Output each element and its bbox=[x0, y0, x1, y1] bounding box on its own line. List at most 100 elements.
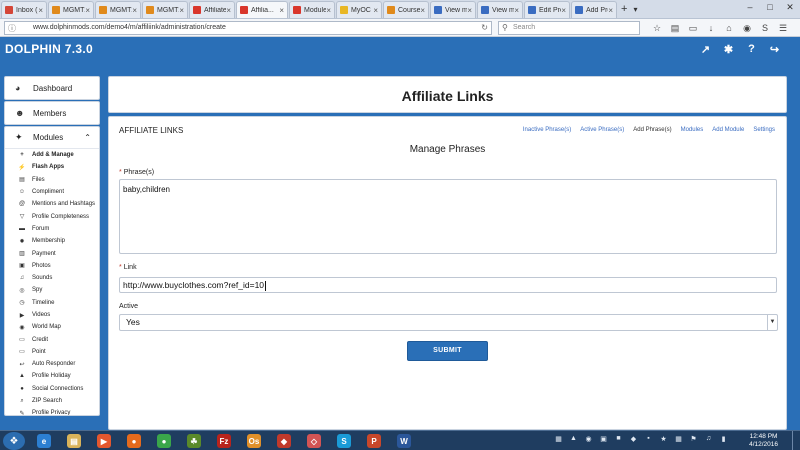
link-input[interactable]: http://www.buyclothes.com?ref_id=10 bbox=[119, 277, 777, 293]
panel-link[interactable]: Active Phrase(s) bbox=[580, 127, 624, 133]
sidebar-module-item[interactable]: ● Social Connections bbox=[5, 383, 99, 395]
show-desktop-button[interactable] bbox=[792, 431, 800, 450]
browser-tab[interactable]: Add Prod...× bbox=[571, 1, 617, 18]
menu-icon[interactable]: ☰ bbox=[774, 21, 792, 35]
tab-close-icon[interactable]: × bbox=[561, 6, 566, 15]
flag-icon[interactable]: ⚑ bbox=[688, 435, 699, 446]
volume-icon[interactable]: ♫ bbox=[703, 435, 714, 446]
browser-tab[interactable]: Modules× bbox=[289, 1, 335, 18]
taskbar-app-button[interactable]: ◇ bbox=[300, 432, 328, 450]
panel-link[interactable]: Modules bbox=[681, 127, 704, 133]
minimize-icon[interactable]: – bbox=[740, 0, 760, 14]
active-select[interactable]: Yes ▼ bbox=[119, 314, 778, 331]
tab-close-icon[interactable]: × bbox=[279, 6, 284, 15]
sidebar-module-item[interactable]: ▥ Payment bbox=[5, 247, 99, 259]
sidebar-module-item[interactable]: ▭ Credit bbox=[5, 333, 99, 345]
sidebar-module-item[interactable]: + Add & Manage bbox=[5, 149, 99, 161]
sidebar-module-item[interactable]: ✹ Membership bbox=[5, 235, 99, 247]
start-button[interactable]: ❖ bbox=[3, 432, 25, 450]
tray-app-icon[interactable]: ▣ bbox=[598, 435, 609, 446]
taskbar-app-button[interactable]: S bbox=[330, 432, 358, 450]
tab-close-icon[interactable]: × bbox=[514, 6, 519, 15]
reload-icon[interactable]: ↻ bbox=[481, 22, 488, 34]
sidebar-module-item[interactable]: ▲ Profile Holiday bbox=[5, 370, 99, 382]
taskbar-app-button[interactable]: e bbox=[30, 432, 58, 450]
taskbar-clock[interactable]: 12:48 PM 4/12/2016 bbox=[749, 433, 778, 449]
tab-close-icon[interactable]: × bbox=[373, 6, 378, 15]
address-bar[interactable]: ⓘ www.dolphinmods.com/demo4/m/affiliink/… bbox=[4, 21, 492, 35]
sidebar-module-item[interactable]: ▭ Point bbox=[5, 346, 99, 358]
browser-tab[interactable]: MGMT20...× bbox=[48, 1, 94, 18]
sidebar-item-members[interactable]: ☻ Members bbox=[4, 101, 100, 125]
download-icon[interactable]: ↓ bbox=[702, 21, 720, 35]
chevron-down-icon[interactable]: ▼ bbox=[767, 315, 777, 330]
taskbar-app-button[interactable]: ◆ bbox=[270, 432, 298, 450]
browser-tab[interactable]: Affilia... × bbox=[236, 1, 288, 18]
skype-icon[interactable]: S bbox=[756, 21, 774, 35]
sidebar-module-item[interactable]: ♫ Sounds bbox=[5, 272, 99, 284]
new-tab-button[interactable]: + bbox=[621, 1, 627, 18]
browser-tab[interactable]: View mes...× bbox=[430, 1, 476, 18]
taskbar-app-button[interactable]: P bbox=[360, 432, 388, 450]
browser-tab[interactable]: View mes...× bbox=[477, 1, 523, 18]
search-box[interactable]: ⚲ Search bbox=[498, 21, 640, 35]
browser-tab[interactable]: Edit Prod...× bbox=[524, 1, 570, 18]
tab-list-dropdown-icon[interactable]: ▾ bbox=[633, 1, 637, 18]
taskbar-app-button[interactable]: ▤ bbox=[60, 432, 88, 450]
close-window-icon[interactable]: ✕ bbox=[780, 0, 800, 14]
panel-link[interactable]: Add Module bbox=[712, 127, 744, 133]
tab-close-icon[interactable]: × bbox=[132, 6, 137, 15]
sidebar-module-item[interactable]: ◎ Spy bbox=[5, 284, 99, 296]
sidebar-module-item[interactable]: ▶ Videos bbox=[5, 309, 99, 321]
tray-app-icon[interactable]: ▪ bbox=[643, 435, 654, 446]
tray-app-icon[interactable]: ★ bbox=[658, 435, 669, 446]
logout-icon[interactable]: ↪ bbox=[763, 43, 786, 56]
browser-tab[interactable]: Course ...× bbox=[383, 1, 429, 18]
taskbar-app-button[interactable]: W bbox=[390, 432, 418, 450]
tab-close-icon[interactable]: × bbox=[326, 6, 331, 15]
tray-app-icon[interactable]: ■ bbox=[613, 435, 624, 446]
bookmark-star-icon[interactable]: ☆ bbox=[648, 21, 666, 35]
panel-link[interactable]: Settings bbox=[753, 127, 775, 133]
reading-list-icon[interactable]: ▤ bbox=[666, 21, 684, 35]
tray-app-icon[interactable]: ◆ bbox=[628, 435, 639, 446]
maximize-icon[interactable]: □ bbox=[760, 0, 780, 14]
sidebar-module-item[interactable]: ◷ Timeline bbox=[5, 297, 99, 309]
battery-icon[interactable]: ▮ bbox=[718, 435, 729, 446]
tab-close-icon[interactable]: × bbox=[608, 6, 613, 15]
taskbar-app-button[interactable]: Os bbox=[240, 432, 268, 450]
browser-tab[interactable]: MyOC · D...× bbox=[336, 1, 382, 18]
sidebar-module-item[interactable]: @ Mentions and Hashtags bbox=[5, 198, 99, 210]
taskbar-app-button[interactable]: ☘ bbox=[180, 432, 208, 450]
tray-app-icon[interactable]: ▦ bbox=[553, 435, 564, 446]
submit-button[interactable]: SUBMIT bbox=[407, 341, 488, 361]
browser-tab[interactable]: Affiliate L...× bbox=[189, 1, 235, 18]
taskbar-app-button[interactable]: ▶ bbox=[90, 432, 118, 450]
sidebar-module-item[interactable]: ☺ Compliment bbox=[5, 186, 99, 198]
browser-tab[interactable]: MGMT20...× bbox=[142, 1, 188, 18]
panel-link[interactable]: Inactive Phrase(s) bbox=[523, 127, 571, 133]
tab-close-icon[interactable]: × bbox=[38, 6, 43, 15]
external-link-icon[interactable]: ↗ bbox=[694, 43, 717, 56]
tab-close-icon[interactable]: × bbox=[179, 6, 184, 15]
network-icon[interactable]: ▦ bbox=[673, 435, 684, 446]
sidebar-module-item[interactable]: ✎ Profile Privacy bbox=[5, 407, 99, 415]
chevron-up-icon[interactable]: ⌃ bbox=[84, 133, 91, 142]
sidebar-item-dashboard[interactable]: ◕ Dashboard bbox=[4, 76, 100, 100]
sidebar-item-modules[interactable]: ✦ Modules ⌃ bbox=[5, 127, 99, 149]
tab-close-icon[interactable]: × bbox=[85, 6, 90, 15]
sidebar-module-item[interactable]: ⚡ Flash Apps bbox=[5, 161, 99, 173]
sidebar-module-item[interactable]: ⌕ ZIP Search bbox=[5, 395, 99, 407]
help-icon[interactable]: ? bbox=[740, 43, 763, 56]
browser-tab[interactable]: Inbox (75...× bbox=[1, 1, 47, 18]
chat-icon[interactable]: ◉ bbox=[738, 21, 756, 35]
tray-app-icon[interactable]: ◉ bbox=[583, 435, 594, 446]
pocket-icon[interactable]: ▭ bbox=[684, 21, 702, 35]
sidebar-module-item[interactable]: ▤ Files bbox=[5, 174, 99, 186]
extensions-icon[interactable]: ✱ bbox=[717, 43, 740, 56]
taskbar-app-button[interactable]: ● bbox=[120, 432, 148, 450]
sidebar-module-item[interactable]: ▣ Photos bbox=[5, 260, 99, 272]
sidebar-module-item[interactable]: ↩ Auto Responder bbox=[5, 358, 99, 370]
site-info-icon[interactable]: ⓘ bbox=[8, 23, 16, 35]
browser-tab[interactable]: MGMT20...× bbox=[95, 1, 141, 18]
